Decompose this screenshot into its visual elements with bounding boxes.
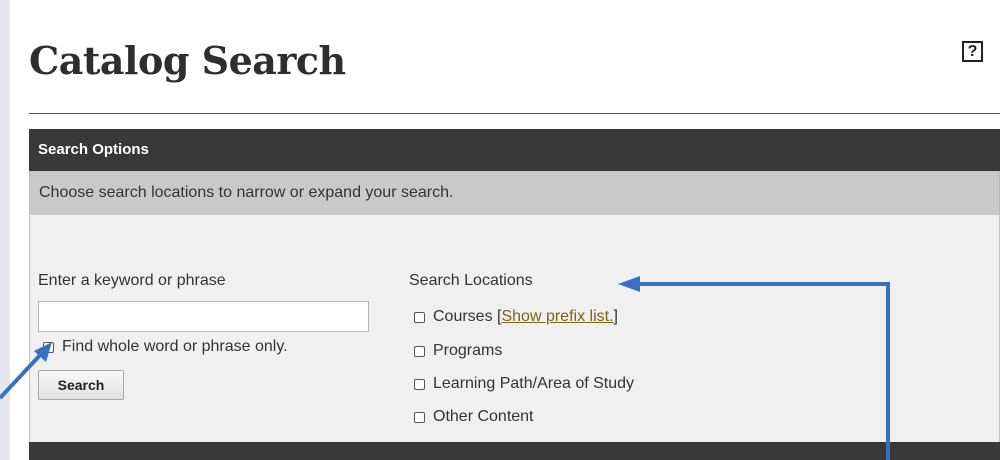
arrow-annotation-icon [618,276,890,460]
arrow-annotation-icon [0,342,52,400]
annotation-arrows [0,276,890,460]
